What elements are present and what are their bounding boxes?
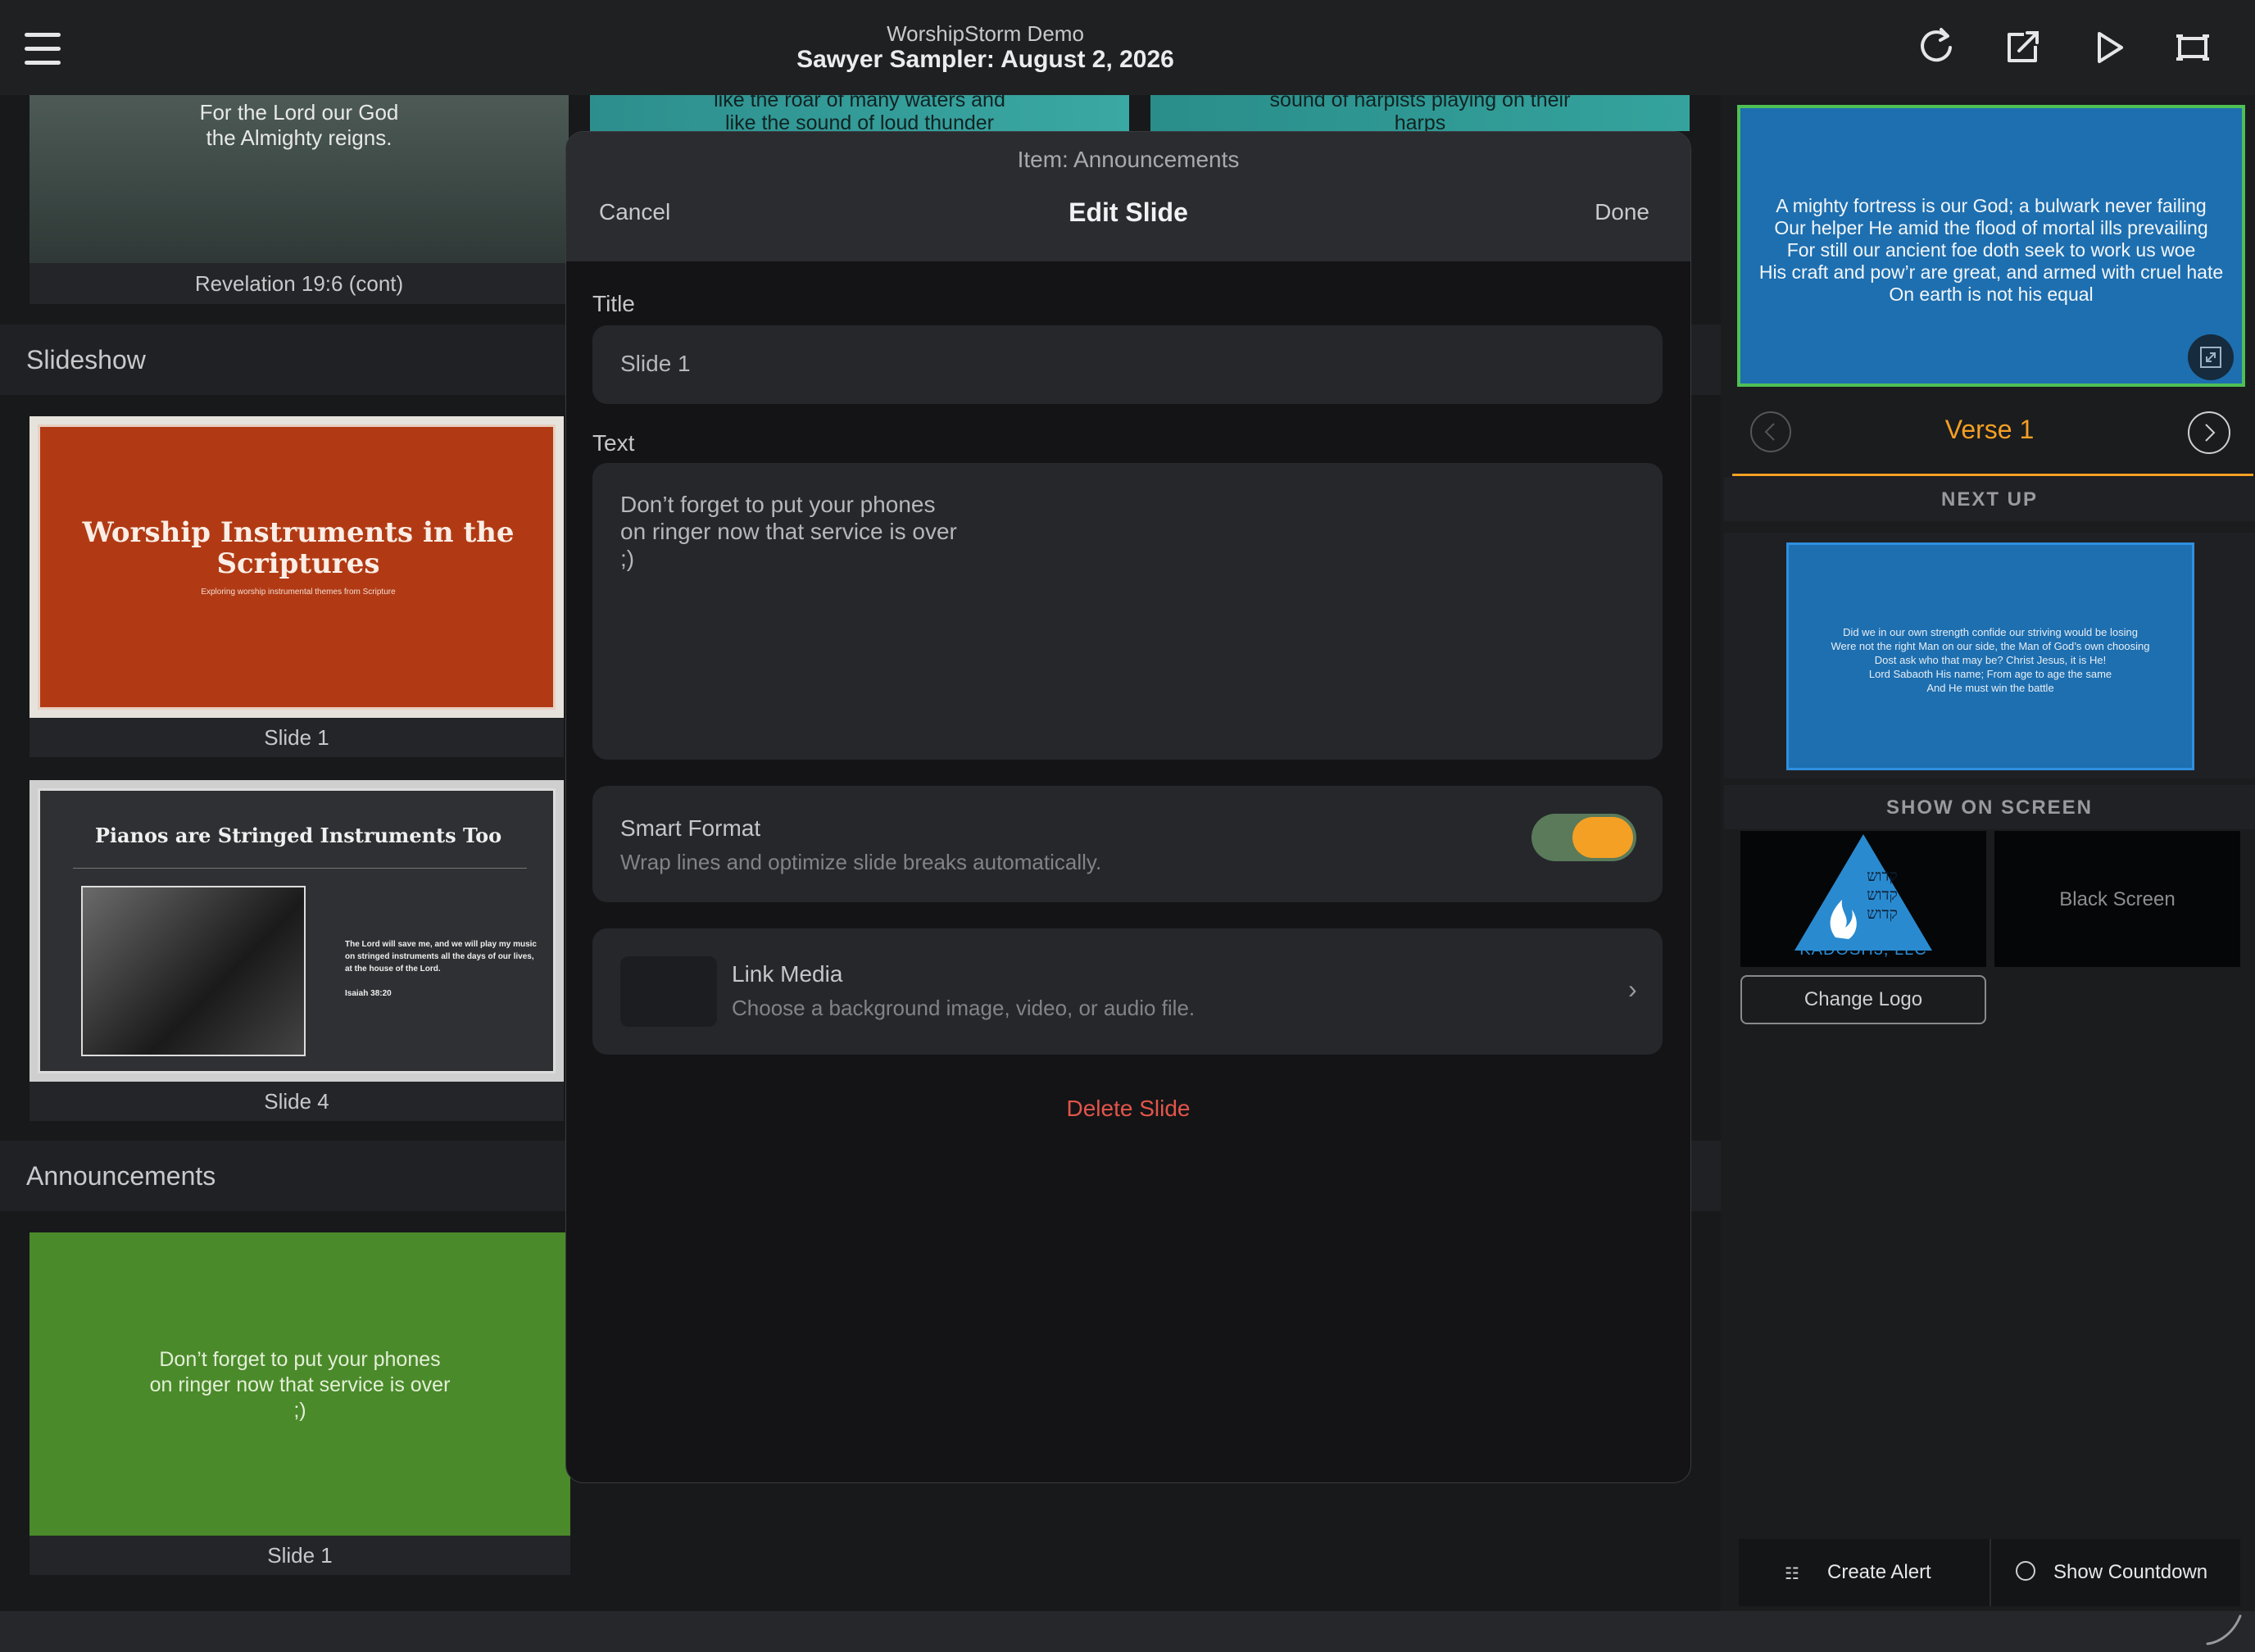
refresh-icon[interactable]	[1913, 25, 1959, 70]
title-field-value: Slide 1	[620, 351, 691, 376]
bottom-actions: ☷ Create Alert Show Countdown	[1739, 1539, 2240, 1606]
clock-icon	[2016, 1561, 2035, 1581]
slide-caption: Slide 4	[29, 1082, 564, 1121]
slide-heading: Worship Instruments in the Scriptures	[82, 516, 515, 580]
slide-bullet: The Lord will save me, and we will play …	[345, 940, 537, 974]
link-media-label: Link Media	[732, 961, 843, 987]
smart-format-toggle[interactable]	[1531, 814, 1636, 861]
screen-output-icon[interactable]	[2170, 25, 2216, 70]
delete-slide-button[interactable]: Delete Slide	[566, 1096, 1690, 1122]
piano-hands-image	[81, 886, 306, 1056]
expand-icon[interactable]	[2188, 334, 2234, 380]
logo-caption: KADOSH3, LLC	[1799, 941, 1927, 959]
edit-slide-dialog: Item: Announcements Cancel Edit Slide Do…	[565, 131, 1691, 1483]
slide-thumbnail-pianos[interactable]: Pianos are Stringed Instruments Too The …	[29, 780, 564, 1082]
slide-background: Pianos are Stringed Instruments Too The …	[38, 788, 556, 1073]
slide-caption: Revelation 19:6 (cont)	[29, 263, 569, 304]
section-divider	[1732, 474, 2253, 476]
create-alert-label: Create Alert	[1827, 1561, 1931, 1583]
black-screen-button[interactable]: Black Screen	[1994, 831, 2240, 967]
current-section-label: Verse 1	[1944, 415, 2035, 444]
logo-screen-button[interactable]: קדוש קדוש קדוש KADOSH3, LLC	[1740, 831, 1986, 967]
slide-subheading: Exploring worship instrumental themes fr…	[201, 588, 396, 597]
toggle-knob	[1572, 817, 1633, 858]
link-media-row[interactable]: Link Media Choose a background image, vi…	[592, 928, 1663, 1055]
alert-banner-icon: ☷	[1785, 1565, 1799, 1583]
next-up-bar: NEXT UP	[1724, 477, 2255, 521]
next-up-text: Did we in our own strength confide our s…	[1831, 626, 2150, 694]
done-button[interactable]: Done	[1595, 199, 1649, 225]
top-bar: WorshipStorm Demo Sawyer Sampler: August…	[0, 0, 2255, 95]
slide-heading: Pianos are Stringed Instruments Too	[94, 824, 502, 847]
chevron-right-icon: ›	[1628, 974, 1637, 1004]
media-thumbnail-placeholder	[620, 956, 717, 1027]
slide-text: Don’t forget to put your phones on ringe…	[149, 1348, 451, 1422]
slide-text: like the roar of many waters and like th…	[714, 95, 1005, 131]
change-logo-button[interactable]: Change Logo	[1740, 975, 1986, 1024]
show-countdown-button[interactable]: Show Countdown	[1991, 1539, 2240, 1606]
divider	[73, 868, 527, 869]
black-screen-label: Black Screen	[2059, 888, 2176, 910]
logo-hebrew-text: קדוש קדוש קדוש	[1867, 867, 1898, 923]
bottom-strip	[0, 1611, 2255, 1652]
next-up-preview[interactable]: Did we in our own strength confide our s…	[1786, 542, 2194, 770]
slide-background: Worship Instruments in the Scriptures Ex…	[38, 424, 556, 710]
app-name: WorshipStorm Demo	[887, 21, 1084, 46]
next-slide-icon[interactable]	[2188, 411, 2230, 454]
show-on-screen-bar: SHOW ON SCREEN	[1724, 785, 2255, 829]
service-title: Sawyer Sampler: August 2, 2026	[796, 46, 1174, 73]
dialog-header: Item: Announcements Cancel Edit Slide Do…	[566, 132, 1690, 261]
play-icon[interactable]	[2085, 25, 2131, 70]
smart-format-row: Smart Format Wrap lines and optimize sli…	[592, 786, 1663, 902]
slide-caption: Slide 1	[29, 1536, 570, 1575]
title-field[interactable]: Slide 1	[592, 325, 1663, 404]
next-up-label: NEXT UP	[1940, 488, 2038, 511]
slide-bullet: Isaiah 38:20	[345, 989, 392, 998]
text-area[interactable]: Don’t forget to put your phones on ringe…	[592, 463, 1663, 760]
slide-thumbnail-announcement[interactable]: Don’t forget to put your phones on ringe…	[29, 1232, 570, 1536]
slide-text: For the Lord our God the Almighty reigns…	[199, 100, 399, 150]
smart-format-label: Smart Format	[620, 815, 761, 841]
show-countdown-label: Show Countdown	[2053, 1561, 2208, 1583]
live-preview[interactable]: A mighty fortress is our God; a bulwark …	[1737, 105, 2245, 387]
text-area-value: Don’t forget to put your phones on ringe…	[620, 492, 957, 571]
slide-thumbnail-harpists[interactable]: sound of harpists playing on their harps	[1150, 95, 1690, 131]
slide-thumbnail-revelation[interactable]: For the Lord our God the Almighty reigns…	[29, 95, 569, 263]
slide-thumbnail-worship-instruments[interactable]: Worship Instruments in the Scriptures Ex…	[29, 416, 564, 718]
edit-export-icon[interactable]	[1999, 25, 2045, 70]
smart-format-description: Wrap lines and optimize slide breaks aut…	[620, 850, 1102, 874]
create-alert-button[interactable]: ☷ Create Alert	[1739, 1539, 1990, 1606]
live-preview-text: A mighty fortress is our God; a bulwark …	[1758, 195, 2224, 305]
resize-handle-icon[interactable]	[2204, 1611, 2245, 1647]
slide-thumbnail-waters[interactable]: like the roar of many waters and like th…	[590, 95, 1129, 131]
text-label: Text	[592, 430, 635, 456]
item-label: Item: Announcements	[1017, 147, 1240, 172]
dialog-title: Edit Slide	[1069, 197, 1188, 227]
link-media-description: Choose a background image, video, or aud…	[732, 996, 1196, 1020]
next-up-container: Did we in our own strength confide our s…	[1724, 533, 2255, 778]
title-label: Title	[592, 291, 635, 316]
show-on-screen-label: SHOW ON SCREEN	[1885, 796, 2093, 819]
slide-text: sound of harpists playing on their harps	[1269, 95, 1571, 131]
live-control-panel: A mighty fortress is our God; a bulwark …	[1724, 95, 2255, 1611]
slide-caption: Slide 1	[29, 718, 564, 757]
